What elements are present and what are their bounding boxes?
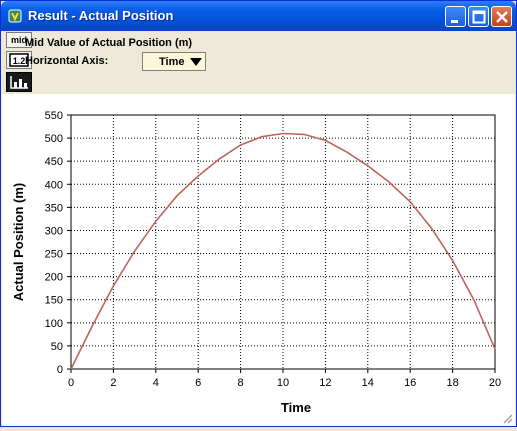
chart-area: 0 50 100 150 200 250 300 350 400 450 500 550 0 2 4 6 8 10… [2,94,515,426]
y-tick-label: 0 [57,364,63,376]
x-tick-label: 0 [68,377,74,389]
x-tick-label: 20 [489,377,501,389]
y-tick-label: 200 [45,272,63,284]
x-tick-label: 18 [446,377,458,389]
minimize-button[interactable] [445,6,466,27]
y-tick-label: 300 [45,225,63,237]
minimize-icon [451,20,458,23]
x-tick-label: 2 [110,377,116,389]
maximize-icon [472,10,486,24]
resize-grip-icon[interactable] [501,412,513,424]
series-line [70,132,496,370]
app-icon [7,8,23,24]
x-tick-label: 10 [277,377,289,389]
result-title: Mid Value of Actual Position (m) [25,37,193,49]
horizontal-axis-select[interactable]: Time [142,52,206,71]
chevron-down-icon [190,58,202,66]
x-tick-label: 14 [362,377,374,389]
close-icon [496,11,508,23]
y-tick-label: 550 [45,110,63,122]
horizontal-axis-value: Time [159,56,185,68]
result-toolbar: mid 1.2 Mid Value of Actual Position (m)… [2,32,515,94]
horizontal-axis-label: Horizontal Axis: [25,55,109,67]
x-tick-label: 6 [195,377,201,389]
y-tick-label: 350 [45,202,63,214]
line-chart: 0 50 100 150 200 250 300 350 400 450 500 550 0 2 4 6 8 10… [11,110,501,415]
y-tick-label: 250 [45,249,63,261]
x-tick-label: 8 [238,377,244,389]
close-button[interactable] [491,6,512,27]
y-tick-label: 500 [45,133,63,145]
graph-icon [10,76,28,89]
y-tick-label: 150 [45,295,63,307]
x-axis-title: Time [281,400,311,415]
x-tick-label: 4 [153,377,159,389]
x-tick-label: 16 [404,377,416,389]
y-tick-label: 400 [45,179,63,191]
graph-view-button[interactable] [6,72,32,92]
result-window: Result - Actual Position mid 1.2 Mid Val… [0,0,517,427]
y-axis-title: Actual Position (m) [11,183,26,301]
y-tick-label: 450 [45,156,63,168]
x-tick-label: 12 [319,377,331,389]
format-button-label: 1.2 [13,56,26,66]
window-title: Result - Actual Position [28,8,174,23]
y-tick-label: 100 [45,318,63,330]
title-bar[interactable]: Result - Actual Position [1,1,516,31]
maximize-button[interactable] [468,6,489,27]
y-tick-label: 50 [51,341,63,353]
